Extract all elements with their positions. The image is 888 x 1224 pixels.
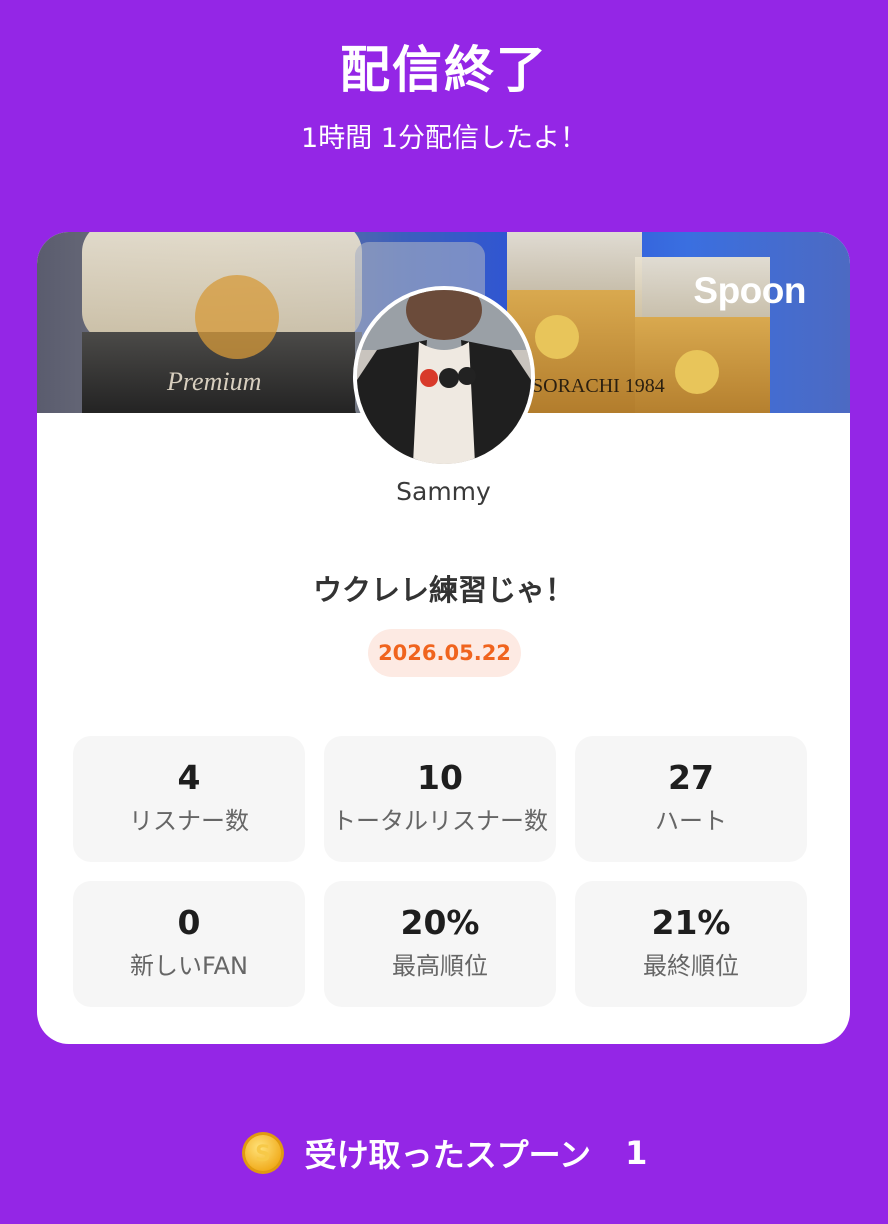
username[interactable]: Sammy bbox=[37, 477, 850, 506]
stat-label: 最高順位 bbox=[392, 952, 488, 980]
stat-value: 10 bbox=[417, 758, 463, 797]
avatar[interactable] bbox=[353, 286, 535, 468]
svg-text:S: S bbox=[255, 1142, 271, 1167]
received-count: 1 bbox=[625, 1134, 648, 1172]
stat-value: 4 bbox=[177, 758, 201, 797]
banner-text-left: Premium bbox=[166, 367, 261, 396]
stat-label: リスナー数 bbox=[129, 807, 249, 835]
stat-value: 20% bbox=[400, 903, 480, 942]
broadcast-duration: 1時間 1分配信したよ！ bbox=[301, 123, 587, 154]
stat-listeners: 4 リスナー数 bbox=[73, 736, 305, 862]
stat-new-fans: 0 新しいFAN bbox=[73, 881, 305, 1007]
banner-text-right: SORACHI 1984 bbox=[532, 375, 665, 397]
stat-total-listeners: 10 トータルリスナー数 bbox=[324, 736, 556, 862]
stat-value: 0 bbox=[177, 903, 201, 942]
page-title: 配信終了 bbox=[340, 41, 548, 99]
received-label: 受け取ったスプーン bbox=[304, 1136, 592, 1174]
spoon-logo: Spoon bbox=[693, 270, 806, 311]
broadcast-summary-card: Premium SORACHI 1984 Spoon Sammy ウクレレ練習じ… bbox=[37, 232, 850, 1044]
received-spoons: S 受け取ったスプーン 1 bbox=[0, 1128, 888, 1178]
stat-label: 新しいFAN bbox=[130, 952, 248, 980]
stat-hearts: 27 ハート bbox=[575, 736, 807, 862]
spoon-coin-icon: S bbox=[241, 1132, 284, 1174]
broadcast-title: ウクレレ練習じゃ！ bbox=[312, 573, 574, 607]
stat-final-rank: 21% 最終順位 bbox=[575, 881, 807, 1007]
stat-label: トータルリスナー数 bbox=[332, 807, 548, 835]
stat-value: 27 bbox=[668, 758, 714, 797]
stat-highest-rank: 20% 最高順位 bbox=[324, 881, 556, 1007]
stat-value: 21% bbox=[651, 903, 731, 942]
stat-label: ハート bbox=[655, 807, 727, 835]
broadcast-date-badge: 2026.05.22 bbox=[368, 629, 521, 677]
stat-label: 最終順位 bbox=[643, 952, 739, 980]
stats-grid: 4 リスナー数 10 トータルリスナー数 27 ハート 0 新しいFAN 20%… bbox=[73, 736, 807, 1007]
